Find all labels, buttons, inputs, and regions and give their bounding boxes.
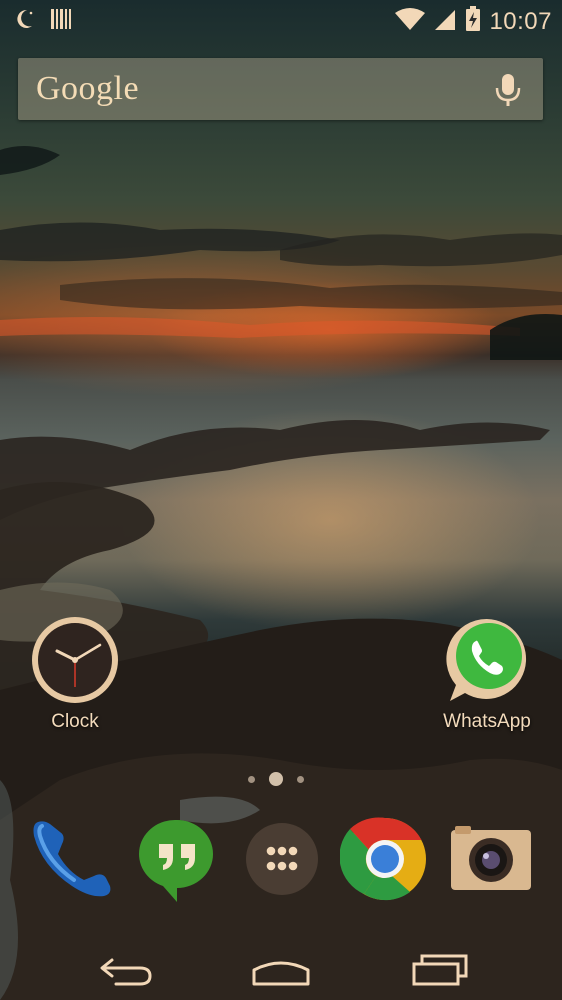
dock-app-drawer[interactable]	[238, 814, 328, 904]
app-drawer-icon[interactable]	[238, 823, 328, 908]
dock-camera[interactable]	[445, 814, 535, 904]
chrome-icon[interactable]	[339, 817, 430, 908]
dock-phone[interactable]	[28, 814, 118, 904]
battery-charging-icon	[465, 6, 481, 37]
camera-icon[interactable]	[445, 826, 535, 908]
clock-icon[interactable]	[30, 615, 120, 705]
mic-icon[interactable]	[493, 72, 523, 108]
clock-time: 10:07	[489, 7, 552, 35]
phone-icon[interactable]	[28, 821, 118, 908]
app-whatsapp[interactable]: WhatsApp	[432, 615, 542, 733]
dock-chrome[interactable]	[339, 814, 430, 904]
page-indicator	[248, 772, 304, 786]
status-bar: 10:07	[0, 0, 562, 40]
moon-icon	[14, 8, 34, 35]
page-dot	[248, 775, 255, 783]
google-search-bar[interactable]: Google	[18, 58, 543, 120]
app-clock[interactable]: Clock	[20, 615, 130, 733]
barcode-icon	[50, 8, 72, 35]
app-label-whatsapp: WhatsApp	[443, 711, 531, 732]
recents-icon[interactable]	[406, 940, 476, 990]
hangouts-icon[interactable]	[133, 819, 223, 908]
signal-icon	[433, 7, 457, 36]
navigation-bar	[0, 930, 562, 1000]
dock-hangouts[interactable]	[133, 814, 223, 904]
back-icon[interactable]	[92, 940, 162, 990]
app-label-clock: Clock	[51, 711, 99, 732]
wifi-icon	[395, 7, 426, 36]
page-dot	[297, 775, 304, 783]
google-logo[interactable]: Google	[36, 70, 139, 108]
page-dot-active	[269, 772, 283, 786]
home-icon[interactable]	[246, 940, 316, 990]
whatsapp-icon[interactable]	[442, 615, 532, 705]
